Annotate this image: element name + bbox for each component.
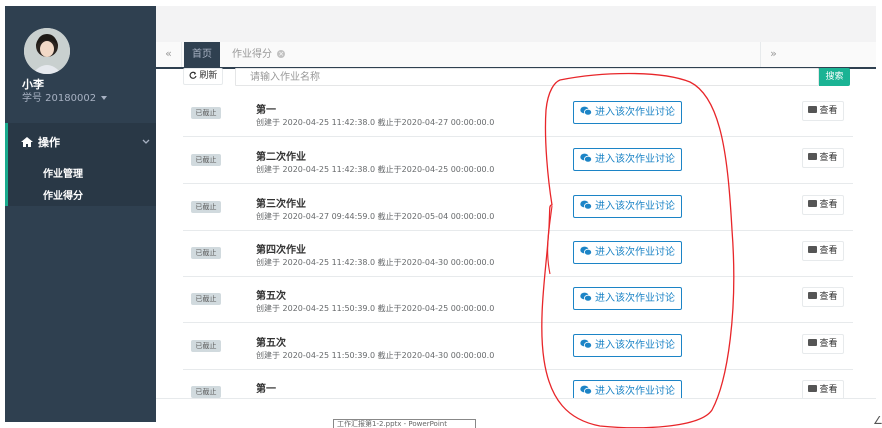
homework-title: 第一: [256, 384, 276, 395]
discussion-label: 进入该次作业讨论: [595, 293, 675, 304]
wechat-icon: [580, 292, 592, 302]
nav-section: 操作 作业管理 作业得分: [5, 123, 156, 206]
sidebar: 小李 学号 20180002 操作 作业管理 作业得分: [5, 6, 156, 422]
view-button[interactable]: 查看: [802, 148, 844, 168]
tab-home[interactable]: 首页: [184, 42, 220, 67]
view-button[interactable]: 查看: [802, 195, 844, 215]
top-header: [156, 6, 876, 42]
enter-discussion-button[interactable]: 进入该次作业讨论: [573, 101, 682, 124]
enter-discussion-button[interactable]: 进入该次作业讨论: [573, 380, 682, 400]
user-id-label: 学号 20180002: [22, 93, 97, 104]
view-button[interactable]: 查看: [802, 241, 844, 261]
wechat-icon: [580, 153, 592, 163]
homework-title: 第三次作业: [256, 199, 306, 210]
list-item: 已截止 第五次 创建于 2020-04-25 11:50:39.0 截止于202…: [183, 324, 853, 370]
list-item: 已截止 第三次作业 创建于 2020-04-27 09:44:59.0 截止于2…: [183, 185, 853, 231]
status-badge: 已截止: [191, 247, 221, 259]
user-id[interactable]: 学号 20180002: [22, 89, 108, 104]
homework-title: 第二次作业: [256, 152, 306, 163]
wechat-icon: [580, 385, 592, 395]
folder-icon: [808, 292, 818, 299]
discussion-label: 进入该次作业讨论: [595, 201, 675, 212]
folder-icon: [808, 385, 818, 392]
search-button[interactable]: 搜索: [819, 68, 850, 86]
page-footer: [156, 398, 876, 428]
view-label: 查看: [819, 106, 838, 116]
wechat-icon: [580, 106, 592, 116]
discussion-label: 进入该次作业讨论: [595, 154, 675, 165]
list-item: 已截止 第五次 创建于 2020-04-25 11:50:39.0 截止于202…: [183, 277, 853, 323]
view-button[interactable]: 查看: [802, 380, 844, 400]
homework-meta: 创建于 2020-04-25 11:42:38.0 截止于2020-04-27 …: [256, 118, 495, 127]
homework-title: 第四次作业: [256, 245, 306, 256]
nav-group-operations[interactable]: 操作: [20, 134, 150, 150]
discussion-label: 进入该次作业讨论: [595, 386, 675, 397]
chevron-down-icon: [142, 139, 150, 144]
status-badge: 已截止: [191, 293, 221, 305]
tab-bar: « 首页 作业得分 × »: [156, 42, 876, 69]
status-badge: 已截止: [191, 154, 221, 166]
tab-label: 作业得分: [232, 49, 272, 60]
view-label: 查看: [819, 200, 838, 210]
folder-icon: [808, 246, 818, 253]
view-button[interactable]: 查看: [802, 334, 844, 354]
sidebar-item-homework-manage[interactable]: 作业管理: [43, 165, 83, 180]
folder-icon: [808, 153, 818, 160]
search-input[interactable]: [235, 68, 819, 86]
enter-discussion-button[interactable]: 进入该次作业讨论: [573, 195, 682, 218]
refresh-label: 刷新: [199, 71, 218, 81]
caret-down-icon: [101, 96, 108, 100]
discussion-label: 进入该次作业讨论: [595, 107, 675, 118]
tab-homework-score[interactable]: 作业得分 ×: [224, 42, 286, 67]
home-icon: [21, 137, 33, 147]
homework-meta: 创建于 2020-04-25 11:50:39.0 截止于2020-04-30 …: [256, 351, 495, 360]
refresh-button[interactable]: 刷新: [183, 68, 223, 85]
status-badge: 已截止: [191, 201, 221, 213]
homework-meta: 创建于 2020-04-27 09:44:59.0 截止于2020-05-04 …: [256, 212, 495, 221]
homework-meta: 创建于 2020-04-25 11:42:38.0 截止于2020-04-30 …: [256, 258, 495, 267]
status-badge: 已截止: [191, 386, 221, 398]
avatar-photo-icon: [24, 28, 70, 74]
view-label: 查看: [819, 385, 838, 395]
folder-icon: [808, 106, 818, 113]
profile-panel: 小李 学号 20180002: [5, 6, 156, 118]
enter-discussion-button[interactable]: 进入该次作业讨论: [573, 148, 682, 171]
homework-meta: 创建于 2020-04-25 11:50:39.0 截止于2020-04-25 …: [256, 304, 495, 313]
tab-scroll-right-button[interactable]: »: [760, 42, 786, 67]
wechat-icon: [580, 339, 592, 349]
list-item: 已截止 第二次作业 创建于 2020-04-25 11:42:38.0 截止于2…: [183, 138, 853, 184]
wechat-icon: [580, 246, 592, 256]
enter-discussion-button[interactable]: 进入该次作业讨论: [573, 241, 682, 264]
homework-meta: 创建于 2020-04-25 11:42:38.0 截止于2020-04-25 …: [256, 165, 495, 174]
view-label: 查看: [819, 339, 838, 349]
discussion-label: 进入该次作业讨论: [595, 247, 675, 258]
view-button[interactable]: 查看: [802, 101, 844, 121]
enter-discussion-button[interactable]: 进入该次作业讨论: [573, 334, 682, 357]
corner-mark: ∠: [873, 414, 882, 427]
homework-title: 第五次: [256, 291, 286, 302]
refresh-icon: [189, 71, 197, 79]
homework-title: 第五次: [256, 338, 286, 349]
list-item: 已截止 第四次作业 创建于 2020-04-25 11:42:38.0 截止于2…: [183, 231, 853, 277]
view-label: 查看: [819, 153, 838, 163]
list-item: 已截止 第一 进入该次作业讨论 查看: [183, 370, 853, 400]
homework-title: 第一: [256, 105, 276, 116]
view-label: 查看: [819, 246, 838, 256]
status-badge: 已截止: [191, 340, 221, 352]
folder-icon: [808, 339, 818, 346]
taskbar-tooltip: 工作汇报第1-2.pptx - PowerPoint: [333, 419, 476, 428]
view-label: 查看: [819, 292, 838, 302]
view-button[interactable]: 查看: [802, 287, 844, 307]
nav-group-label: 操作: [38, 136, 60, 149]
folder-icon: [808, 200, 818, 207]
status-badge: 已截止: [191, 107, 221, 119]
tab-scroll-left-button[interactable]: «: [156, 42, 182, 67]
wechat-icon: [580, 200, 592, 210]
enter-discussion-button[interactable]: 进入该次作业讨论: [573, 287, 682, 310]
sidebar-item-homework-score[interactable]: 作业得分: [43, 187, 83, 202]
list-item: 已截止 第一 创建于 2020-04-25 11:42:38.0 截止于2020…: [183, 91, 853, 137]
discussion-label: 进入该次作业讨论: [595, 340, 675, 351]
close-icon[interactable]: ×: [277, 50, 286, 58]
user-avatar[interactable]: [24, 28, 70, 74]
